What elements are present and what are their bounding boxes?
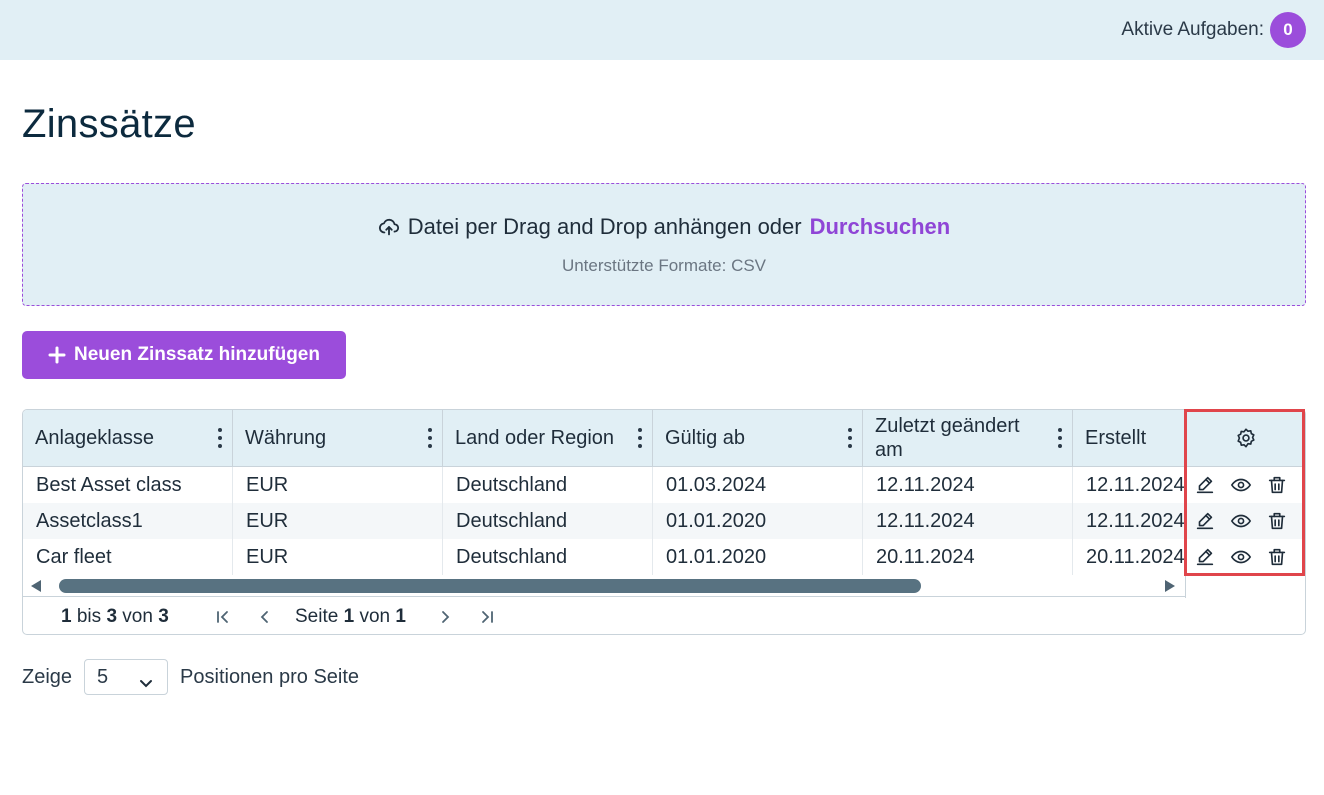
cell-land: Deutschland	[443, 467, 653, 503]
cell-land: Deutschland	[443, 539, 653, 575]
column-menu-icon[interactable]	[428, 428, 432, 448]
cell-waehrung: EUR	[233, 467, 443, 503]
page-size-control: Zeige 5 Positionen pro Seite	[22, 659, 359, 695]
column-header-erstellt[interactable]: Erstellt	[1073, 410, 1185, 466]
previous-page-icon[interactable]	[255, 607, 275, 627]
last-page-icon[interactable]	[477, 607, 497, 627]
view-icon[interactable]	[1230, 546, 1252, 568]
pagination-bar: 1 bis 3 von 3 Seite 1 von 1	[23, 598, 1305, 634]
page-label: Seite	[295, 606, 339, 627]
current-page: 1	[343, 606, 355, 627]
plus-icon	[48, 346, 66, 364]
range-to: 3	[106, 606, 118, 627]
page-size-suffix: Positionen pro Seite	[180, 665, 360, 688]
page-indicator: Seite 1 von 1	[295, 606, 406, 628]
column-label: Erstellt	[1085, 427, 1147, 449]
page-title: Zinssätze	[22, 102, 196, 146]
column-label: Anlageklasse	[35, 427, 154, 449]
cell-gueltig-ab: 01.01.2020	[653, 539, 863, 575]
chevron-down-icon	[139, 672, 153, 695]
page-count: 1	[395, 606, 406, 627]
cell-erstellt: 12.11.2024	[1086, 509, 1185, 532]
column-menu-icon[interactable]	[218, 428, 222, 448]
add-interest-rate-button[interactable]: Neuen Zinssatz hinzufügen	[22, 331, 346, 379]
active-tasks-label: Aktive Aufgaben:	[1121, 19, 1264, 40]
cell-anlageklasse: Best Asset class	[23, 467, 233, 503]
column-label: Währung	[245, 427, 327, 449]
next-page-icon[interactable]	[435, 607, 455, 627]
column-header-gueltig-ab[interactable]: Gültig ab	[653, 410, 863, 466]
table-row[interactable]: Assetclass1 EUR Deutschland 01.01.2020 1…	[23, 503, 1185, 539]
column-menu-icon[interactable]	[848, 428, 852, 448]
cell-waehrung: EUR	[233, 539, 443, 575]
file-dropzone[interactable]: Datei per Drag and Drop anhängen oder Du…	[22, 183, 1306, 306]
range-total: 3	[158, 606, 169, 627]
row-actions	[1186, 503, 1305, 539]
column-header-land[interactable]: Land oder Region	[443, 410, 653, 466]
range-bis: bis	[76, 606, 102, 627]
cell-zuletzt-geaendert: 12.11.2024	[863, 467, 1073, 503]
cell-erstellt: 12.11.2024	[1086, 473, 1185, 496]
pagination-summary: 1 bis 3 von 3	[61, 606, 169, 628]
upload-cloud-icon	[378, 216, 400, 238]
browse-link[interactable]: Durchsuchen	[810, 214, 951, 240]
column-label: Land oder Region	[455, 427, 615, 449]
page-size-select[interactable]: 5	[84, 659, 169, 695]
top-bar: Aktive Aufgaben: 0	[0, 0, 1324, 60]
range-from: 1	[61, 606, 72, 627]
page-of-label: von	[359, 606, 391, 627]
column-header-waehrung[interactable]: Währung	[233, 410, 443, 466]
column-header-zuletzt-geaendert[interactable]: Zuletzt geändert am	[863, 410, 1073, 466]
column-menu-icon[interactable]	[1058, 428, 1062, 448]
column-header-anlageklasse[interactable]: Anlageklasse	[23, 410, 233, 466]
actions-column	[1185, 410, 1305, 598]
dropzone-text: Datei per Drag and Drop anhängen oder	[407, 214, 802, 239]
delete-icon[interactable]	[1266, 546, 1288, 568]
range-von: von	[122, 606, 153, 627]
first-page-icon[interactable]	[213, 607, 233, 627]
cell-gueltig-ab: 01.03.2024	[653, 467, 863, 503]
interest-rates-table: Anlageklasse Währung Land oder Region Gü…	[22, 409, 1306, 635]
cell-waehrung: EUR	[233, 503, 443, 539]
delete-icon[interactable]	[1266, 510, 1288, 532]
supported-formats: Unterstützte Formate: CSV	[561, 256, 767, 275]
scrollbar-thumb[interactable]	[59, 579, 921, 593]
edit-icon[interactable]	[1194, 474, 1216, 496]
page-size-prefix: Zeige	[22, 665, 73, 688]
actions-header	[1186, 410, 1305, 467]
page-size-value: 5	[97, 665, 109, 688]
cell-anlageklasse: Car fleet	[23, 539, 233, 575]
scroll-right-icon[interactable]	[1165, 580, 1175, 592]
settings-icon[interactable]	[1235, 427, 1257, 449]
edit-icon[interactable]	[1194, 510, 1216, 532]
active-tasks-badge[interactable]: 0	[1270, 12, 1306, 48]
cell-erstellt: 20.11.2024	[1086, 545, 1185, 568]
view-icon[interactable]	[1230, 510, 1252, 532]
row-actions	[1186, 539, 1305, 575]
delete-icon[interactable]	[1266, 474, 1288, 496]
column-label: Gültig ab	[665, 427, 746, 449]
horizontal-scrollbar[interactable]	[23, 575, 1185, 597]
edit-icon[interactable]	[1194, 546, 1216, 568]
table-row[interactable]: Best Asset class EUR Deutschland 01.03.2…	[23, 467, 1185, 503]
cell-zuletzt-geaendert: 12.11.2024	[863, 503, 1073, 539]
column-label: Zuletzt geändert am	[875, 415, 1020, 461]
active-tasks[interactable]: Aktive Aufgaben: 0	[1121, 12, 1306, 48]
table-row[interactable]: Car fleet EUR Deutschland 01.01.2020 20.…	[23, 539, 1185, 575]
cell-zuletzt-geaendert: 20.11.2024	[863, 539, 1073, 575]
view-icon[interactable]	[1230, 474, 1252, 496]
cell-land: Deutschland	[443, 503, 653, 539]
table-header: Anlageklasse Währung Land oder Region Gü…	[23, 410, 1305, 467]
add-button-label: Neuen Zinssatz hinzufügen	[74, 344, 320, 365]
column-menu-icon[interactable]	[638, 428, 642, 448]
cell-gueltig-ab: 01.01.2020	[653, 503, 863, 539]
scroll-left-icon[interactable]	[31, 580, 41, 592]
row-actions	[1186, 467, 1305, 503]
cell-anlageklasse: Assetclass1	[23, 503, 233, 539]
